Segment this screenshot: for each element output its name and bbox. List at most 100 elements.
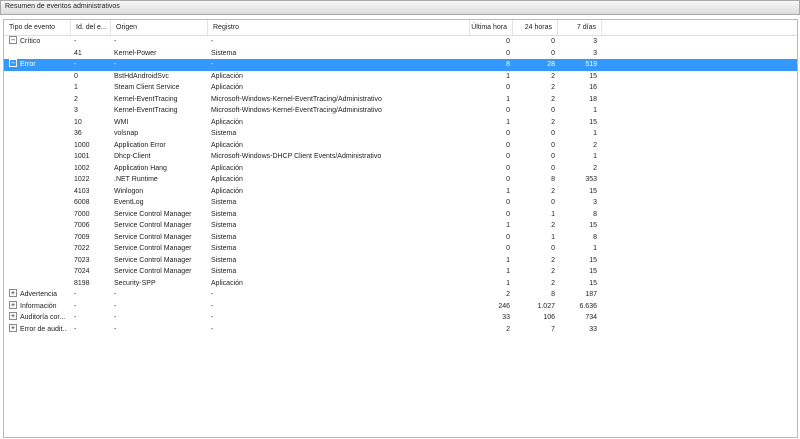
group-row[interactable]: − Crítico - - -0 0 3 <box>4 36 797 48</box>
cell-7-days: 8 <box>593 210 597 218</box>
cell-7-days: 15 <box>589 222 597 229</box>
table-row[interactable]: 3 Kernel-EventTracing Microsoft-Windows-Ke… <box>4 105 797 117</box>
table-body: − Crítico - - -0 0 3 41 Kernel-Power Sistema 0 0 3− E… <box>4 36 797 335</box>
group-row[interactable]: + Auditoría cor... - - -33 106 734 <box>4 312 797 324</box>
table-row[interactable]: 7022 Service Control Manager Sistema 0 0 1 <box>4 243 797 255</box>
cell-last-hour: 0 <box>506 130 510 137</box>
table-row[interactable]: 7024 Service Control Manager Sistema 1 2 15 <box>4 266 797 278</box>
cell-event-id: 1022 <box>74 176 90 183</box>
table-row[interactable]: 0 BstHdAndroidSvc Aplicación 1 2 15 <box>4 71 797 83</box>
cell-event-id: - <box>74 61 77 68</box>
cell-24-hours: 0 <box>551 164 555 172</box>
cell-24-hours: 2 <box>551 279 555 287</box>
cell-log: - <box>211 61 214 68</box>
cell-event-id: 1000 <box>74 141 90 149</box>
cell-event-id: 7006 <box>74 222 90 229</box>
table-row[interactable]: 1000 Application Error Aplicación 0 0 2 <box>4 140 797 152</box>
expand-plus-icon[interactable]: + <box>9 289 17 298</box>
table-row[interactable]: 41 Kernel-Power Sistema 0 0 3 <box>4 48 797 60</box>
table-row[interactable]: 7000 Service Control Manager Sistema 0 1 8 <box>4 209 797 221</box>
column-header-24-hours[interactable]: 24 horas <box>513 20 558 35</box>
cell-event-type <box>9 220 67 232</box>
cell-24-hours: 0 <box>551 199 555 206</box>
cell-source: - <box>114 61 117 68</box>
cell-event-type <box>9 278 67 290</box>
column-header-event-type[interactable]: Tipo de evento <box>4 20 71 35</box>
cell-source: Kernel-Power <box>114 49 157 57</box>
group-row[interactable]: − Error - - -8 28 519 <box>4 59 797 71</box>
table-row[interactable]: 6008 EventLog Sistema 0 0 3 <box>4 197 797 209</box>
cell-source: Service Control Manager <box>114 210 192 218</box>
cell-7-days: 734 <box>585 314 597 321</box>
table-row[interactable]: 8198 Security-SPP Aplicación 1 2 15 <box>4 278 797 290</box>
table-row[interactable]: 10 WMI Aplicación 1 2 15 <box>4 117 797 129</box>
event-type-label: Crítico <box>20 38 41 45</box>
cell-7-days: 353 <box>585 176 597 183</box>
cell-log: - <box>211 38 214 45</box>
cell-24-hours: 0 <box>551 49 555 57</box>
table-row[interactable]: 7023 Service Control Manager Sistema 1 2 15 <box>4 255 797 267</box>
cell-event-id: - <box>74 291 77 298</box>
cell-24-hours: 2 <box>551 268 555 275</box>
group-row[interactable]: + Advertencia - - -2 8 187 <box>4 289 797 301</box>
cell-source: Service Control Manager <box>114 256 192 264</box>
column-header-source[interactable]: Origen <box>111 20 208 35</box>
cell-source: Security-SPP <box>114 279 156 287</box>
cell-last-hour: 0 <box>506 210 510 218</box>
table-header: Tipo de evento Id. del e... Origen Regis… <box>4 20 797 36</box>
cell-event-type <box>9 117 67 129</box>
cell-log: Aplicación <box>211 72 243 80</box>
cell-7-days: 1 <box>593 245 597 252</box>
cell-7-days: 519 <box>585 61 597 68</box>
cell-7-days: 3 <box>593 199 597 206</box>
cell-event-id: 41 <box>74 49 82 57</box>
table-row[interactable]: 2 Kernel-EventTracing Microsoft-Windows-Ke… <box>4 94 797 106</box>
cell-log: Microsoft-Windows-DHCP Client Events/Adm… <box>211 153 382 160</box>
table-row[interactable]: 1 Steam Client Service Aplicación 0 2 16 <box>4 82 797 94</box>
table-row[interactable]: 7009 Service Control Manager Sistema 0 1 8 <box>4 232 797 244</box>
collapse-minus-icon[interactable]: − <box>9 36 17 45</box>
cell-last-hour: 1 <box>506 222 510 229</box>
panel-title-bar[interactable]: Resumen de eventos administrativos <box>0 0 800 15</box>
collapse-minus-icon[interactable]: − <box>9 59 17 68</box>
cell-last-hour: 2 <box>506 291 510 298</box>
table-row[interactable]: 1022 .NET Runtime Aplicación 0 8 353 <box>4 174 797 186</box>
cell-source: Service Control Manager <box>114 245 192 252</box>
panel-title: Resumen de eventos administrativos <box>5 3 120 10</box>
cell-last-hour: 0 <box>506 107 510 114</box>
cell-24-hours: 2 <box>551 72 555 80</box>
column-header-event-id[interactable]: Id. del e... <box>71 20 111 35</box>
cell-event-id: 1001 <box>74 153 90 160</box>
expand-plus-icon[interactable]: + <box>9 300 17 309</box>
cell-7-days: 2 <box>593 164 597 172</box>
cell-last-hour: 2 <box>506 325 510 333</box>
cell-7-days: 2 <box>593 141 597 149</box>
column-header-last-hour[interactable]: Última hora <box>470 20 513 35</box>
cell-log: Aplicación <box>211 118 243 126</box>
expand-plus-icon[interactable]: + <box>9 323 17 332</box>
group-row[interactable]: + Información - - -246 1.027 6.636 <box>4 300 797 313</box>
cell-log: Sistema <box>211 256 237 264</box>
table-row[interactable]: 7006 Service Control Manager Sistema 1 2 15 <box>4 220 797 232</box>
column-header-7-days[interactable]: 7 días <box>558 20 602 35</box>
cell-event-id: 4103 <box>74 187 90 195</box>
cell-7-days: 187 <box>585 291 597 298</box>
table-row[interactable]: 36 volsnap Sistema 0 0 1 <box>4 128 797 140</box>
cell-event-type: + Auditoría cor... <box>9 312 67 324</box>
cell-event-id: 8198 <box>74 279 90 287</box>
cell-log: Microsoft-Windows-Kernel-EventTracing/Ad… <box>211 107 382 114</box>
table-row[interactable]: 1002 Application Hang Aplicación 0 0 2 <box>4 163 797 175</box>
cell-event-id: - <box>74 38 77 45</box>
expand-plus-icon[interactable]: + <box>9 312 17 321</box>
column-header-log[interactable]: Registro <box>208 20 470 35</box>
table-row[interactable]: 4103 Winlogon Aplicación 1 2 15 <box>4 186 797 198</box>
cell-log: Aplicación <box>211 164 243 172</box>
table-row[interactable]: 1001 Dhcp-Client Microsoft-Windows-DHCP Cl… <box>4 151 797 163</box>
cell-24-hours: 7 <box>551 325 555 333</box>
cell-source: Application Error <box>114 141 166 149</box>
group-row[interactable]: + Error de audit... - - -2 7 33 <box>4 323 797 336</box>
cell-24-hours: 2 <box>551 95 555 103</box>
cell-last-hour: 0 <box>506 176 510 183</box>
cell-last-hour: 0 <box>506 38 510 45</box>
cell-last-hour: 1 <box>506 279 510 287</box>
